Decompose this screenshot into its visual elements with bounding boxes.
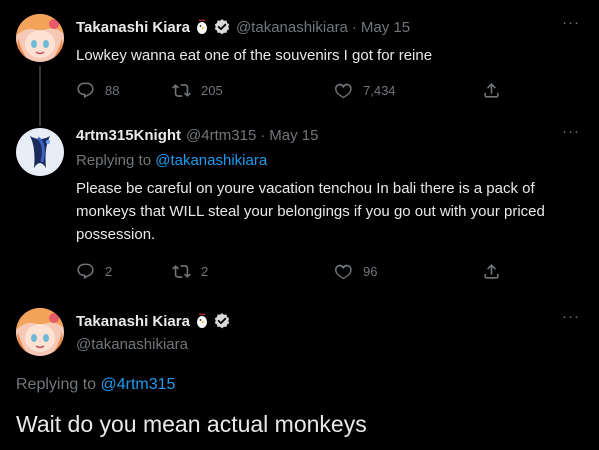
- more-icon[interactable]: ···: [562, 308, 580, 325]
- tweet-2[interactable]: 4rtm315Knight @4rtm315 · May 15 ··· Repl…: [0, 118, 599, 296]
- tweet-1[interactable]: Takanashi Kiara @takanashikiara · May 15…: [0, 0, 599, 118]
- mention-link[interactable]: @4rtm315: [101, 376, 176, 393]
- handle[interactable]: @takanashikiara: [236, 19, 348, 36]
- retweet-button[interactable]: 2: [172, 262, 208, 281]
- tweet-3-focused[interactable]: Takanashi Kiara @takanashikiara ··· Repl…: [0, 296, 599, 450]
- reply-icon: [77, 82, 94, 98]
- replying-line: Replying to @4rtm315: [16, 374, 175, 396]
- share-button[interactable]: [482, 262, 501, 281]
- reply-button[interactable]: 88: [76, 81, 119, 100]
- like-button[interactable]: 7,434: [334, 81, 396, 100]
- tweet-header: 4rtm315Knight @4rtm315 · May 15: [76, 127, 319, 144]
- share-icon: [484, 82, 499, 98]
- display-name[interactable]: Takanashi Kiara: [76, 313, 190, 330]
- tweet-actions: 88 205 7,434: [76, 80, 506, 100]
- more-icon[interactable]: ···: [562, 123, 580, 140]
- avatar[interactable]: [16, 308, 64, 356]
- retweet-button[interactable]: 205: [172, 81, 223, 100]
- reply-count: 2: [105, 263, 113, 279]
- replying-prefix: Replying to: [76, 152, 156, 169]
- thread-line: [39, 66, 41, 118]
- verified-badge-icon: [213, 312, 231, 330]
- share-icon: [484, 263, 499, 279]
- share-button[interactable]: [482, 81, 501, 100]
- reply-count: 88: [105, 82, 120, 98]
- thread-line: [39, 118, 41, 126]
- tweet-header: Takanashi Kiara: [76, 312, 231, 330]
- tweet-header: Takanashi Kiara @takanashikiara · May 15: [76, 18, 410, 36]
- tweet-date[interactable]: May 15: [269, 127, 318, 144]
- like-button[interactable]: 96: [334, 262, 377, 281]
- tweet-text: Please be careful on youre vacation tenc…: [76, 180, 545, 243]
- handle[interactable]: @4rtm315: [186, 127, 256, 144]
- replying-prefix: Replying to: [16, 376, 101, 393]
- tweet-actions: 2 2 96: [76, 261, 506, 281]
- like-count: 96: [363, 263, 378, 279]
- separator-dot: ·: [260, 127, 266, 144]
- separator-dot: ·: [351, 18, 357, 36]
- display-name[interactable]: Takanashi Kiara: [76, 19, 190, 36]
- replying-line: Replying to @takanashikiara: [76, 150, 267, 172]
- retweet-count: 205: [201, 82, 223, 98]
- display-name[interactable]: 4rtm315Knight: [76, 127, 181, 144]
- like-count: 7,434: [363, 82, 396, 98]
- tweet-text: Wait do you mean actual monkeys: [16, 411, 367, 437]
- reply-icon: [77, 263, 94, 279]
- like-icon: [335, 83, 352, 98]
- tweet-text: Lowkey wanna eat one of the souvenirs I …: [76, 47, 433, 64]
- verified-badge-icon: [213, 18, 231, 36]
- retweet-count: 2: [201, 263, 209, 279]
- handle[interactable]: @takanashikiara: [76, 334, 188, 356]
- mention-link[interactable]: @takanashikiara: [155, 152, 267, 169]
- reply-button[interactable]: 2: [76, 262, 112, 281]
- avatar[interactable]: [16, 128, 64, 176]
- chicken-emoji-icon: [194, 19, 210, 35]
- more-icon[interactable]: ···: [562, 14, 580, 31]
- avatar[interactable]: [16, 14, 64, 62]
- retweet-icon: [172, 83, 191, 97]
- chicken-emoji-icon: [194, 313, 210, 329]
- tweet-date[interactable]: May 15: [361, 19, 410, 36]
- retweet-icon: [172, 264, 191, 278]
- like-icon: [335, 264, 352, 279]
